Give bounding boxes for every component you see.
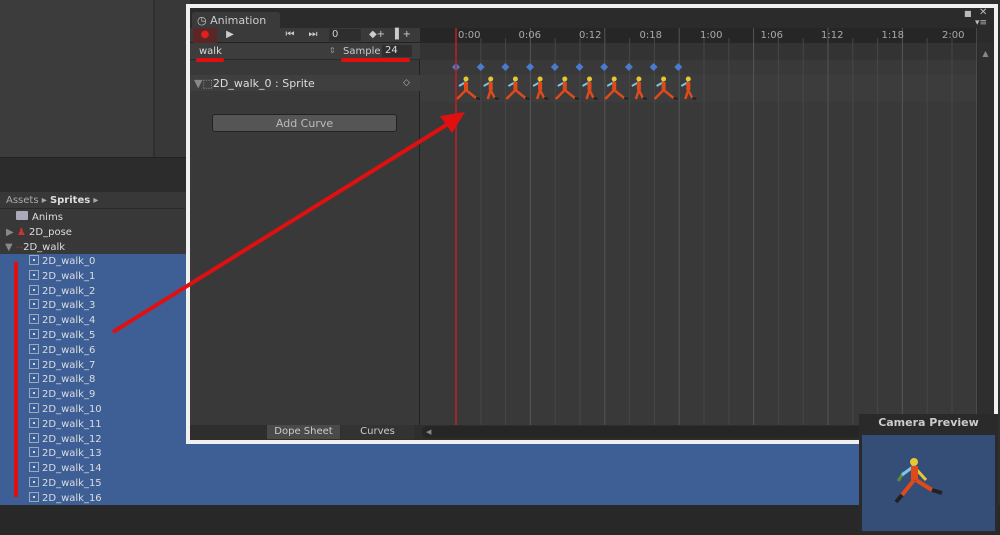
- sprite-asset-icon: [29, 255, 39, 265]
- sprite-asset-icon: [29, 403, 39, 413]
- ruler-label: 0:00: [458, 30, 481, 41]
- ruler-label: 1:12: [821, 30, 844, 41]
- sprite-asset-icon: [29, 314, 39, 325]
- keyframe-marker: [550, 63, 559, 71]
- sprite-list-item[interactable]: 2D_walk_15: [0, 476, 860, 491]
- walking-character-image: [894, 458, 943, 504]
- clip-selector[interactable]: walk: [199, 46, 222, 57]
- collapse-arrow-icon: ▼: [5, 242, 13, 253]
- sprite-list-item[interactable]: 2D_walk_13: [0, 446, 860, 461]
- scene-side-panel: [155, 0, 190, 157]
- sprite-asset-icon: [29, 432, 39, 443]
- sprite-asset-icon: [29, 388, 39, 399]
- sample-label: Sample: [343, 46, 381, 57]
- next-key-button[interactable]: ⏭: [305, 28, 321, 42]
- ruler-label: 2:00: [942, 30, 965, 41]
- close-icon[interactable]: ✕: [979, 7, 987, 18]
- add-keyframe-button[interactable]: ◆+: [368, 28, 386, 42]
- keyframe-toggle-icon[interactable]: ◇: [403, 78, 410, 88]
- keyframe-marker: [575, 63, 584, 71]
- sprite-asset-icon: [29, 299, 39, 310]
- sprite-asset-icon: [29, 477, 39, 487]
- sprite-asset-icon: [29, 269, 39, 280]
- add-event-button[interactable]: ▌+: [394, 28, 412, 42]
- ruler-label: 1:06: [760, 30, 783, 41]
- tab-dope-sheet[interactable]: Dope Sheet: [267, 425, 340, 439]
- menu-icon[interactable]: ▾≡: [975, 18, 987, 28]
- ruler-label: 1:00: [700, 30, 723, 41]
- keyframe-marker: [674, 63, 683, 71]
- sprite-asset-icon: [29, 491, 39, 502]
- sprite-asset-icon: [29, 447, 39, 458]
- status-bar: [0, 505, 1000, 535]
- dropdown-arrows-icon: ⇕: [329, 46, 336, 55]
- sprite-asset-icon: [29, 284, 39, 295]
- breadcrumb-assets[interactable]: Assets: [6, 195, 39, 206]
- breadcrumb: Assets ▸ Sprites ▸: [6, 195, 99, 206]
- keyframe-marker: [526, 63, 535, 71]
- ruler-label: 0:12: [579, 30, 602, 41]
- sprite-track: [420, 75, 977, 102]
- camera-preview-title: Camera Preview: [878, 416, 979, 429]
- ruler-label: 0:18: [639, 30, 662, 41]
- property-panel: [190, 43, 420, 425]
- frame-field[interactable]: 0: [329, 29, 361, 41]
- sprite-asset-icon: [29, 358, 39, 369]
- tab-animation[interactable]: ◷ Animation: [192, 12, 280, 29]
- prev-key-button[interactable]: ⏮: [282, 28, 298, 42]
- panel-divider: [0, 157, 190, 192]
- maximize-icon[interactable]: ■: [964, 9, 972, 18]
- expand-arrow-icon: ▶: [6, 227, 14, 238]
- sample-field[interactable]: 24: [382, 45, 412, 57]
- sprite-asset-icon: [29, 343, 39, 354]
- keyframe-marker: [600, 63, 609, 71]
- tab-curves[interactable]: Curves: [341, 425, 414, 439]
- sprite-list-item[interactable]: 2D_walk_14: [0, 461, 860, 476]
- folder-icon: [16, 211, 28, 220]
- sprite-asset-icon: [29, 329, 39, 339]
- sprite-asset-icon: [29, 417, 39, 428]
- breadcrumb-sprites[interactable]: Sprites: [50, 195, 90, 206]
- sprite-asset-icon: [29, 373, 39, 384]
- scene-view[interactable]: [0, 0, 153, 157]
- sprite-icon: ♟: [16, 227, 26, 238]
- ruler-label: 1:18: [881, 30, 904, 41]
- vertical-scrollbar[interactable]: ▲: [978, 43, 993, 425]
- keyframe-marker: [649, 63, 658, 71]
- sprite-list-item[interactable]: 2D_walk_16: [0, 491, 860, 506]
- add-curve-button[interactable]: Add Curve: [212, 114, 397, 132]
- timeline-svg: [420, 28, 977, 425]
- camera-preview-image: [862, 435, 995, 531]
- property-row-label: ▼⬚2D_walk_0 : Sprite: [194, 77, 315, 90]
- ruler-label: 0:06: [518, 30, 541, 41]
- keyframe-marker: [501, 63, 510, 71]
- keyframe-marker: [476, 63, 485, 71]
- clock-icon: ◷: [197, 14, 207, 27]
- keyframe-marker: [624, 63, 633, 71]
- sprite-icon: ⬚: [202, 77, 213, 90]
- play-button[interactable]: ▶: [219, 28, 241, 42]
- record-button[interactable]: ●: [193, 28, 217, 43]
- sample-row: [420, 43, 977, 60]
- sprite-asset-icon: [29, 462, 39, 473]
